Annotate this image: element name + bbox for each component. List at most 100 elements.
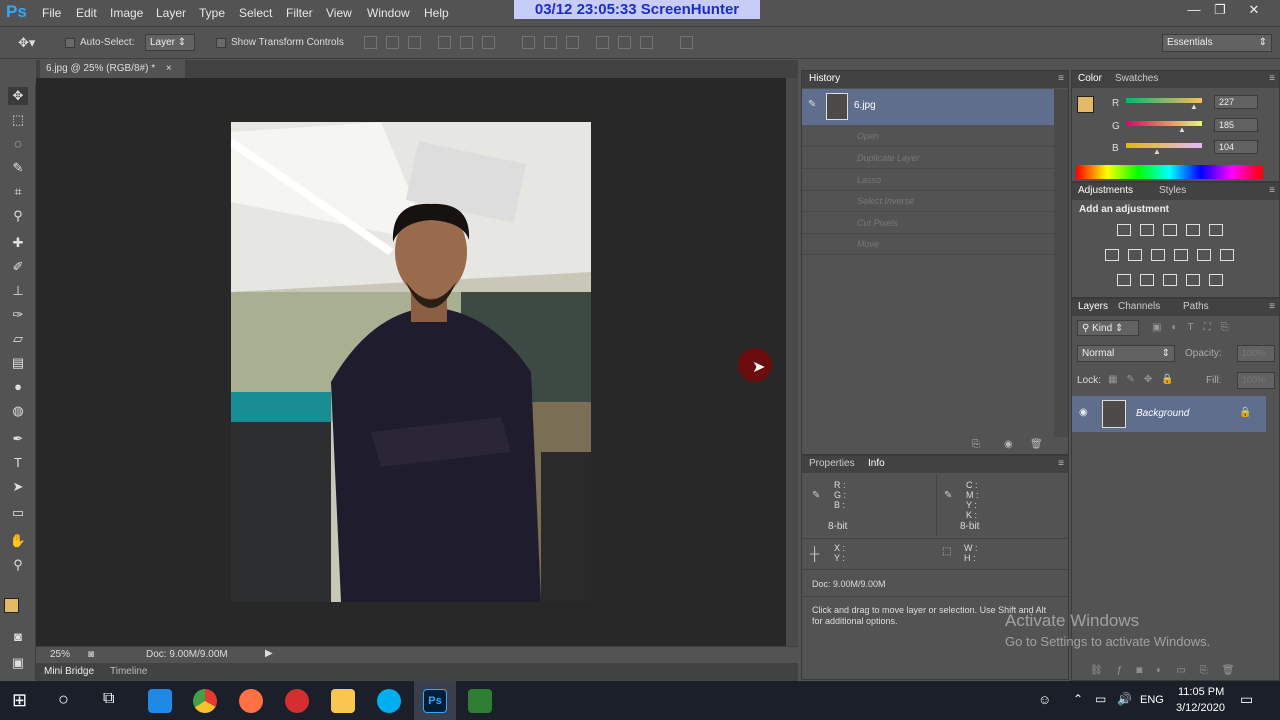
align-hcenter-icon[interactable] [460, 36, 473, 49]
panel-menu-icon[interactable]: ≡ [1058, 73, 1064, 84]
clock-date[interactable]: 3/12/2020 [1176, 702, 1225, 714]
marquee-tool-icon[interactable]: ⬚ [8, 111, 28, 129]
menu-view[interactable]: View [326, 6, 352, 20]
type-tool-icon[interactable]: T [8, 454, 28, 472]
foreground-color-swatch[interactable] [1077, 96, 1094, 113]
panel-menu-icon[interactable]: ≡ [1269, 301, 1275, 312]
quick-mask-icon[interactable]: ◙ [8, 628, 28, 646]
menu-layer[interactable]: Layer [156, 6, 186, 20]
history-item[interactable]: Cut Pixels [802, 213, 1054, 234]
distribute-left-icon[interactable] [596, 36, 609, 49]
dodge-tool-icon[interactable]: ◍ [8, 402, 28, 420]
history-snapshot[interactable]: ✎ 6.jpg [802, 89, 1054, 125]
foreground-color-swatch[interactable] [4, 598, 19, 613]
canvas-vertical-scrollbar[interactable] [786, 78, 798, 646]
notification-icon[interactable]: ▭ [1240, 691, 1253, 708]
align-left-icon[interactable] [438, 36, 451, 49]
kind-filter-dropdown[interactable]: ⚲ Kind ⇕ [1077, 320, 1139, 336]
photoshop-taskbar-item[interactable]: Ps [414, 681, 456, 720]
clone-stamp-icon[interactable]: ⊥ [8, 282, 28, 300]
hand-tool-icon[interactable]: ✋ [8, 532, 28, 550]
restore-icon[interactable]: ❐ [1210, 2, 1230, 20]
clock-time[interactable]: 11:05 PM [1178, 686, 1224, 698]
color-lookup-icon[interactable] [1220, 249, 1234, 261]
show-transform-checkbox[interactable] [216, 38, 226, 48]
status-menu-icon[interactable]: ◙ [88, 649, 94, 660]
lasso-tool-icon[interactable]: ◌ [8, 135, 28, 153]
panel-menu-icon[interactable]: ≡ [1269, 73, 1275, 84]
menu-image[interactable]: Image [110, 6, 143, 20]
brush-tool-icon[interactable]: ✐ [8, 258, 28, 276]
panel-menu-icon[interactable]: ≡ [1058, 458, 1064, 469]
people-icon[interactable]: ☺ [1038, 692, 1051, 707]
move-tool-icon[interactable]: ✥▾ [18, 35, 35, 51]
workspace-dropdown[interactable]: Essentials ⇕ [1162, 34, 1272, 52]
trash-icon[interactable]: 🗑 [1030, 439, 1043, 450]
fill-field[interactable]: 100% [1237, 372, 1275, 389]
tab-mini-bridge[interactable]: Mini Bridge [44, 666, 94, 677]
invert-icon[interactable] [1117, 274, 1131, 286]
align-top-icon[interactable] [364, 36, 377, 49]
tab-layers[interactable]: Layers [1078, 301, 1108, 312]
healing-brush-icon[interactable]: ✚ [8, 234, 28, 252]
menu-window[interactable]: Window [367, 6, 410, 20]
lock-icons[interactable]: ▦✎✥🔒 [1108, 374, 1183, 385]
rectangle-tool-icon[interactable]: ▭ [8, 504, 28, 522]
tab-history[interactable]: History [809, 73, 840, 84]
skype-icon[interactable] [377, 689, 401, 713]
distribute-vcenter-icon[interactable] [544, 36, 557, 49]
photo-filter-icon[interactable] [1174, 249, 1188, 261]
pen-tool-icon[interactable]: ✒ [8, 430, 28, 448]
distribute-bottom-icon[interactable] [566, 36, 579, 49]
status-arrow-icon[interactable]: ▶ [265, 648, 273, 659]
menu-edit[interactable]: Edit [76, 6, 97, 20]
history-brush-icon[interactable]: ✑ [8, 306, 28, 324]
black-white-icon[interactable] [1151, 249, 1165, 261]
tab-properties[interactable]: Properties [809, 458, 855, 469]
distribute-right-icon[interactable] [640, 36, 653, 49]
r-slider-thumb-icon[interactable]: ▲ [1190, 102, 1198, 111]
auto-align-icon[interactable] [680, 36, 693, 49]
notepad-icon[interactable] [468, 689, 492, 713]
b-slider[interactable] [1126, 143, 1202, 148]
move-tool-icon[interactable]: ✥ [8, 87, 28, 105]
tab-close-icon[interactable]: × [166, 63, 172, 74]
g-slider-thumb-icon[interactable]: ▲ [1178, 125, 1186, 134]
tab-swatches[interactable]: Swatches [1115, 73, 1158, 84]
history-item[interactable]: Duplicate Layer [802, 148, 1054, 169]
g-value-field[interactable]: 185 [1214, 118, 1258, 132]
visibility-eye-icon[interactable]: ◉ [1079, 407, 1088, 418]
close-icon[interactable]: ✕ [1244, 2, 1264, 20]
tab-timeline[interactable]: Timeline [110, 666, 147, 677]
volume-icon[interactable]: 🔊 [1117, 692, 1132, 706]
color-balance-icon[interactable] [1128, 249, 1142, 261]
posterize-icon[interactable] [1140, 274, 1154, 286]
snapshot-camera-icon[interactable]: ◉ [1004, 439, 1013, 450]
color-spectrum-bar[interactable] [1076, 165, 1263, 179]
search-circle-icon[interactable]: ○ [58, 689, 69, 710]
tab-adjustments[interactable]: Adjustments [1078, 185, 1133, 196]
tab-info[interactable]: Info [868, 458, 885, 469]
distribute-hcenter-icon[interactable] [618, 36, 631, 49]
eraser-tool-icon[interactable]: ▱ [8, 330, 28, 348]
blur-tool-icon[interactable]: ● [8, 378, 28, 396]
language-indicator[interactable]: ENG [1140, 694, 1164, 706]
zoom-tool-icon[interactable]: ⚲ [8, 556, 28, 574]
vibrance-icon[interactable] [1209, 224, 1223, 236]
quick-select-tool-icon[interactable]: ✎ [8, 159, 28, 177]
history-item[interactable]: Select Inverse [802, 191, 1054, 212]
screen-mode-icon[interactable]: ▣ [8, 654, 28, 672]
new-document-icon[interactable]: ⎘ [972, 439, 980, 450]
gradient-tool-icon[interactable]: ▤ [8, 354, 28, 372]
file-explorer-icon[interactable] [331, 689, 355, 713]
show-hidden-icons[interactable]: ⌃ [1073, 692, 1083, 706]
layer-filter-icons[interactable]: ▣◐T⛶⎘ [1152, 322, 1239, 333]
hue-saturation-icon[interactable] [1105, 249, 1119, 261]
tab-color[interactable]: Color [1078, 73, 1102, 84]
menu-help[interactable]: Help [424, 6, 449, 20]
windows-start-icon[interactable]: ⊞ [12, 690, 27, 711]
b-value-field[interactable]: 104 [1214, 140, 1258, 154]
layer-row-background[interactable]: ◉ Background 🔒 [1072, 396, 1266, 432]
g-slider[interactable] [1126, 121, 1202, 126]
r-value-field[interactable]: 227 [1214, 95, 1258, 109]
